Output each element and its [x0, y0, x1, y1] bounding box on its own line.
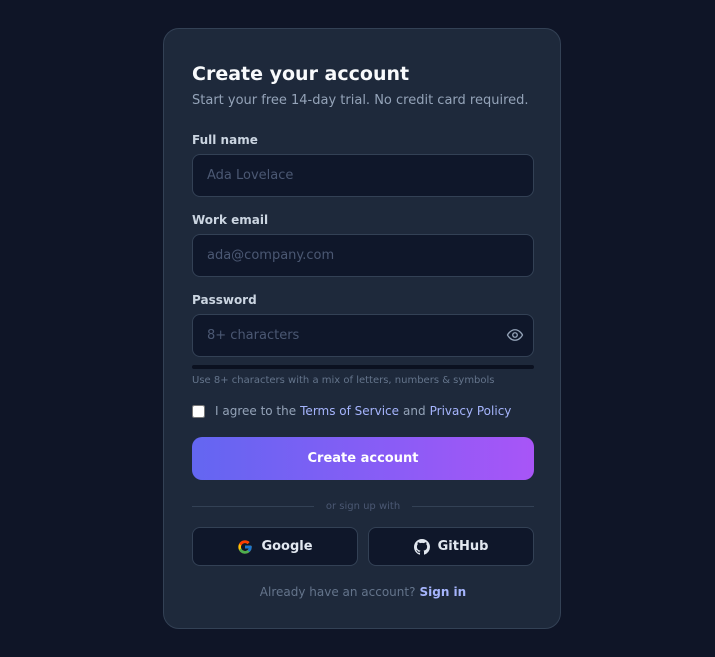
page-subtitle: Start your free 14-day trial. No credit …: [192, 93, 529, 108]
google-logo-icon: [238, 539, 253, 554]
terms-of-service-link[interactable]: Terms of Service: [300, 404, 399, 418]
signup-card: Create your account Start your free 14-d…: [163, 28, 561, 629]
divider-line-right: [412, 505, 534, 507]
page-title: Create your account: [192, 63, 410, 85]
password-label: Password: [192, 293, 257, 307]
full-name-field-wrapper: [192, 154, 534, 197]
divider-text: or sign up with: [325, 500, 401, 512]
password-field-wrapper: [192, 314, 534, 357]
password-strength-meter: [192, 365, 534, 369]
work-email-label: Work email: [192, 213, 269, 227]
eye-icon[interactable]: [506, 326, 524, 344]
terms-prefix-text: I agree to the: [215, 404, 297, 418]
work-email-input[interactable]: [192, 234, 534, 277]
signin-prompt: Already have an account? Sign in: [192, 585, 534, 599]
privacy-policy-link[interactable]: Privacy Policy: [430, 404, 512, 418]
terms-checkbox[interactable]: [192, 404, 205, 418]
google-label: Google: [261, 539, 313, 554]
full-name-label: Full name: [192, 133, 258, 147]
divider-line-left: [192, 505, 314, 507]
create-account-button[interactable]: Create account: [192, 437, 534, 480]
github-signup-button[interactable]: GitHub: [368, 527, 534, 566]
github-label: GitHub: [437, 539, 489, 554]
sign-in-link[interactable]: Sign in: [419, 585, 466, 599]
social-divider: or sign up with: [192, 499, 534, 513]
password-input[interactable]: [192, 314, 534, 357]
terms-agreement: I agree to the Terms of Service and Priv…: [192, 404, 515, 418]
full-name-input[interactable]: [192, 154, 534, 197]
terms-conjunction-text: and: [403, 404, 426, 418]
work-email-field-wrapper: [192, 234, 534, 277]
github-logo-icon: [413, 538, 430, 555]
google-signup-button[interactable]: Google: [192, 527, 358, 566]
signin-prompt-text: Already have an account?: [259, 585, 416, 599]
password-hint: Use 8+ characters with a mix of letters,…: [192, 375, 495, 386]
